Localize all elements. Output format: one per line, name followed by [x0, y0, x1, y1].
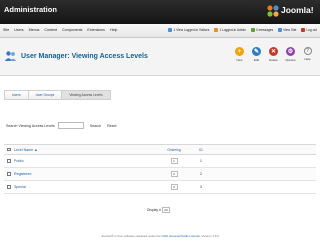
submenu-tabs: Users User Groups Viewing Access Levels	[4, 90, 111, 100]
status-icon	[278, 28, 283, 32]
filter-bar: Search Viewing Access Levels Search Rese…	[6, 122, 116, 129]
delete-icon: ✕	[269, 47, 278, 56]
main-menu: Site Users Menus Content Components Extension…	[3, 28, 117, 32]
ordering-input[interactable]: 1	[170, 158, 178, 164]
options-icon: ⚙	[286, 47, 295, 56]
menu-item-extensions[interactable]: Extensions	[87, 28, 105, 32]
page-title: User Manager: Viewing Access Levels	[21, 52, 148, 60]
toolbar-buttons: + New ✎ Edit ✕ Delete ⚙ Options? Help	[233, 47, 314, 62]
search-button[interactable]: Search	[90, 124, 101, 128]
level-name-link[interactable]: Registered	[14, 172, 154, 176]
status-label: 1 View Logged-in Visitors	[173, 28, 210, 32]
options-button-label: Options	[285, 58, 296, 62]
page-title-area: User Manager: Viewing Access Levels	[4, 50, 148, 62]
admin-header: Administration Joomla!	[0, 0, 320, 24]
table-row: Registered 2 2	[4, 168, 316, 181]
table-header: Level Name ▲ Ordering ID	[4, 145, 316, 155]
column-level-name[interactable]: Level Name ▲	[14, 148, 154, 152]
status-link[interactable]: 1 View Logged-in Visitors	[168, 28, 209, 32]
column-id[interactable]: ID	[194, 148, 208, 152]
row-checkbox[interactable]	[7, 172, 11, 176]
menu-item-content[interactable]: Content	[44, 28, 57, 32]
help-button[interactable]: ? Help	[301, 47, 314, 62]
footer-version: . Version 1.6.0	[199, 234, 220, 238]
status-icon	[214, 28, 219, 32]
level-name-link[interactable]: Special	[14, 185, 154, 189]
footer: Joomla!® is free software released under…	[0, 234, 320, 238]
pagination: Display # 20	[147, 207, 170, 213]
column-ordering[interactable]: Ordering	[154, 148, 194, 152]
ordering-cell: 2	[154, 171, 194, 177]
tab-viewing-access-levels[interactable]: Viewing Access Levels	[61, 90, 111, 100]
row-check-cell	[4, 185, 14, 189]
row-checkbox[interactable]	[7, 159, 11, 163]
new-button-label: New	[236, 58, 243, 62]
select-all-cell	[4, 147, 14, 152]
menu-item-help[interactable]: Help	[110, 28, 117, 32]
ordering-cell: 3	[154, 184, 194, 190]
status-link[interactable]: Log out	[301, 28, 317, 32]
main-menubar: Site Users Menus Content Components Extension…	[0, 24, 320, 38]
status-label: 1 Logged-in Admin	[219, 28, 246, 32]
status-label: View Site	[283, 28, 297, 32]
reset-button[interactable]: Reset	[107, 124, 116, 128]
table-body: Public 1 1 Registered 2 2 Special 3 3	[4, 155, 316, 194]
level-name-link[interactable]: Public	[14, 159, 154, 163]
display-count-select[interactable]: 20	[161, 207, 170, 213]
toolbar: User Manager: Viewing Access Levels + New…	[0, 38, 320, 76]
id-cell: 3	[200, 185, 202, 189]
new-icon: +	[235, 47, 244, 56]
edit-button-label: Edit	[253, 58, 260, 62]
delete-button-label: Delete	[269, 58, 278, 62]
row-check-cell	[4, 172, 14, 176]
ordering-input[interactable]: 3	[170, 184, 178, 190]
header-title: Administration	[4, 5, 57, 14]
footer-text: Joomla!® is free software released under…	[100, 234, 162, 238]
edit-icon: ✎	[252, 47, 261, 56]
options-button[interactable]: ⚙ Options	[284, 47, 297, 62]
status-link[interactable]: View Site	[278, 28, 296, 32]
status-label: Log out	[306, 28, 317, 32]
access-levels-table: Level Name ▲ Ordering ID Public 1 1 Registe…	[4, 144, 316, 194]
table-row: Public 1 1	[4, 155, 316, 168]
delete-button[interactable]: ✕ Delete	[267, 47, 280, 62]
joomla-logo-icon	[267, 5, 279, 17]
select-all-checkbox[interactable]	[7, 147, 11, 152]
tab-users[interactable]: Users	[4, 90, 28, 100]
filter-search-input[interactable]	[57, 122, 84, 129]
help-button-label: Help	[304, 57, 311, 61]
users-icon	[4, 51, 17, 61]
ordering-cell: 1	[154, 158, 194, 164]
id-cell: 1	[200, 159, 202, 163]
menu-item-site[interactable]: Site	[3, 28, 9, 32]
row-checkbox[interactable]	[7, 185, 11, 189]
new-button[interactable]: + New	[233, 47, 246, 62]
joomla-logo[interactable]: Joomla!	[266, 2, 314, 22]
row-check-cell	[4, 159, 14, 163]
license-link[interactable]: GNU General Public License	[162, 234, 200, 238]
tab-user-groups[interactable]: User Groups	[27, 90, 62, 100]
status-icon	[250, 28, 255, 32]
status-label: 0 messages	[255, 28, 274, 32]
table-row: Special 3 3	[4, 181, 316, 194]
status-link[interactable]: 0 messages	[250, 28, 274, 32]
ordering-input[interactable]: 2	[170, 171, 178, 177]
menu-item-components[interactable]: Components	[62, 28, 82, 32]
status-icon	[301, 28, 306, 32]
menu-item-users[interactable]: Users	[14, 28, 23, 32]
filter-search-label: Search Viewing Access Levels	[6, 123, 55, 128]
help-icon: ?	[303, 47, 312, 55]
menu-item-menus[interactable]: Menus	[29, 28, 40, 32]
display-count-label: Display #	[147, 208, 161, 212]
status-link[interactable]: 1 Logged-in Admin	[214, 28, 246, 32]
id-cell: 2	[200, 172, 202, 176]
status-icon	[168, 28, 173, 32]
joomla-logo-text: Joomla!	[281, 5, 314, 15]
status-bar: 1 View Logged-in Visitors 1 Logged-in Adm…	[168, 28, 317, 32]
edit-button[interactable]: ✎ Edit	[250, 47, 263, 62]
